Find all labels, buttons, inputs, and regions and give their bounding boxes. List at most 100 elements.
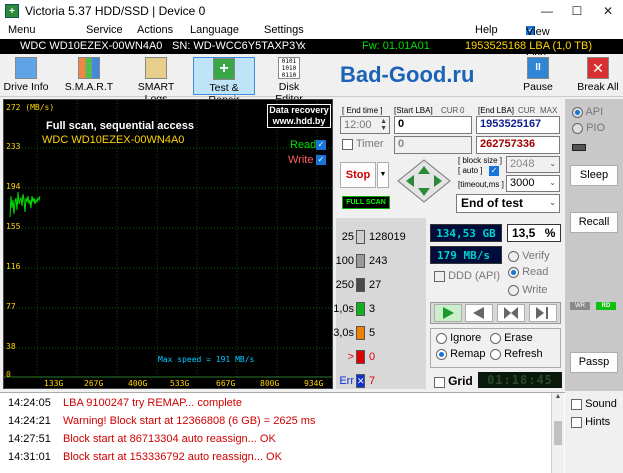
counter-swatch[interactable] [356, 302, 365, 316]
x-tick: 533G [170, 379, 190, 388]
x-tick: 267G [84, 379, 104, 388]
data-recovery-badge[interactable]: Data recovery www.hdd.by [267, 104, 331, 128]
end-time-value: 12:00 [344, 119, 372, 131]
full-scan-badge[interactable]: FULL SCAN [342, 196, 390, 209]
counter-label: 25 [341, 231, 354, 243]
counter-swatch[interactable] [356, 326, 365, 340]
stop-button[interactable]: Stop [340, 162, 376, 188]
read-legend-label: Read [290, 139, 317, 151]
minimize-button[interactable]: — [532, 0, 562, 22]
menu-item-help[interactable]: Help [475, 24, 498, 36]
start-zero-label[interactable]: 0 [460, 106, 464, 115]
current-lba-field[interactable]: 262757336 [476, 136, 560, 154]
skip-back-button[interactable] [497, 304, 525, 322]
timeout-label: [timeout,ms ] [458, 180, 504, 189]
close-button[interactable]: ✕ [593, 0, 623, 22]
skip-end-button[interactable] [529, 304, 557, 322]
ignore-radio[interactable]: Ignore [436, 332, 481, 344]
counter-swatch[interactable]: ✕ [356, 374, 365, 388]
end-lba-field[interactable]: 1953525167 [476, 116, 560, 134]
end-time-label: [ End time ] [342, 106, 383, 115]
break-all-button[interactable]: ✕ Break All [574, 57, 622, 95]
smart-logs-button[interactable]: SMART Logs [128, 57, 184, 105]
graph-model: WDC WD10EZEX-00WN4A0 [42, 134, 185, 146]
sound-checkbox[interactable]: Sound [571, 398, 617, 410]
read-radio[interactable]: Read [508, 266, 548, 278]
device-close[interactable]: x [300, 40, 306, 52]
menu-item-language[interactable]: Language [190, 24, 239, 36]
rewind-icon [473, 307, 484, 319]
y-tick: 116 [6, 262, 21, 271]
smart-label: S.M.A.R.T [64, 81, 114, 93]
timer-checkbox[interactable]: Timer [342, 138, 384, 150]
pio-radio[interactable]: PIO [572, 122, 605, 134]
title-bar: + Victoria 5.37 HDD/SSD | Device 0 — ☐ ✕ [0, 0, 623, 22]
remap-radio[interactable]: Remap [436, 348, 486, 360]
block-size-select[interactable]: 2048 ⌄ [506, 156, 560, 173]
scroll-up-icon[interactable]: ▲ [552, 393, 564, 400]
erase-radio[interactable]: Erase [490, 332, 533, 344]
max-speed-label: Max speed = 191 MB/s [158, 355, 255, 364]
end-of-test-value: End of test [461, 196, 523, 210]
rewind-button[interactable] [465, 304, 493, 322]
scroll-thumb[interactable] [554, 421, 562, 445]
verify-radio[interactable]: Verify [508, 250, 550, 262]
log-time: 14:31:01 [8, 451, 51, 463]
graph-title: Full scan, sequential access [46, 120, 194, 132]
start-cur-label[interactable]: CUR [441, 106, 458, 115]
end-time-field[interactable]: 12:00 ▲ ▼ [340, 116, 390, 134]
pause-label: Pause [523, 81, 553, 93]
hints-checkbox[interactable]: Hints [571, 416, 610, 428]
grid-label: Grid [448, 374, 473, 388]
x-tick: 934G [304, 379, 324, 388]
counter-row: Err ✕ 7 [338, 374, 424, 389]
percent-value: 13,5 [512, 226, 536, 240]
pause-button[interactable]: II Pause [518, 57, 558, 95]
end-max-label[interactable]: MAX [540, 106, 557, 115]
read-speed-line [9, 191, 41, 218]
timer-field[interactable]: 0 [394, 136, 472, 154]
menu-item-settings[interactable]: Settings [264, 24, 304, 36]
log-scrollbar[interactable]: ▲ [551, 393, 564, 473]
direction-pad [397, 159, 451, 203]
x-tick: 133G [44, 379, 64, 388]
y-axis-top-label: 272 (MB/s) [6, 103, 55, 112]
brand-text: Bad-Good.ru [340, 62, 475, 87]
rd-indicator: RD [596, 302, 616, 310]
write-legend-checkbox[interactable]: ✓ [316, 155, 326, 165]
counter-swatch[interactable] [356, 254, 365, 268]
window-title: Victoria 5.37 HDD/SSD | Device 0 [25, 4, 206, 18]
counter-row: 100 243 [336, 254, 424, 269]
timeout-select[interactable]: 3000 ⌄ [506, 175, 560, 192]
menu-item-actions[interactable]: Actions [137, 24, 173, 36]
end-lba-label: [End LBA] [478, 106, 515, 115]
test-repair-button[interactable]: + Test & Repair [193, 57, 255, 106]
read-legend-checkbox[interactable]: ✓ [316, 140, 326, 150]
end-of-test-select[interactable]: End of test ⌄ [456, 194, 560, 213]
disk-editor-button[interactable]: 010110100110 Disk Editor [264, 57, 314, 105]
badge-line2: www.hdd.by [272, 116, 326, 126]
menu-item-menu[interactable]: Menu [8, 24, 36, 36]
menu-item-service[interactable]: Service [86, 24, 123, 36]
recall-button[interactable]: Recall [570, 212, 618, 233]
maximize-button[interactable]: ☐ [562, 0, 592, 22]
sleep-button[interactable]: Sleep [570, 165, 618, 186]
counter-swatch[interactable] [356, 278, 365, 292]
counter-swatch[interactable] [356, 350, 365, 364]
end-cur-label[interactable]: CUR [518, 106, 535, 115]
write-radio[interactable]: Write [508, 284, 548, 296]
counter-swatch[interactable] [356, 230, 365, 244]
ddd-api-checkbox[interactable]: DDD (API) [434, 270, 500, 282]
refresh-radio[interactable]: Refresh [490, 348, 543, 360]
passp-button[interactable]: Passp [570, 352, 618, 373]
stop-dropdown-icon[interactable]: ▼ [377, 162, 389, 188]
start-lba-field[interactable]: 0 [394, 116, 472, 134]
verify-label: Verify [522, 250, 550, 262]
auto-checkbox[interactable]: ✓ [489, 166, 499, 176]
drive-info-button[interactable]: Drive Info [2, 57, 50, 95]
api-radio[interactable]: API [572, 106, 603, 118]
counter-label: 3,0s [333, 327, 354, 339]
grid-checkbox[interactable]: Grid [434, 374, 473, 388]
smart-button[interactable]: S.M.A.R.T [64, 57, 114, 95]
play-button[interactable] [434, 304, 462, 322]
